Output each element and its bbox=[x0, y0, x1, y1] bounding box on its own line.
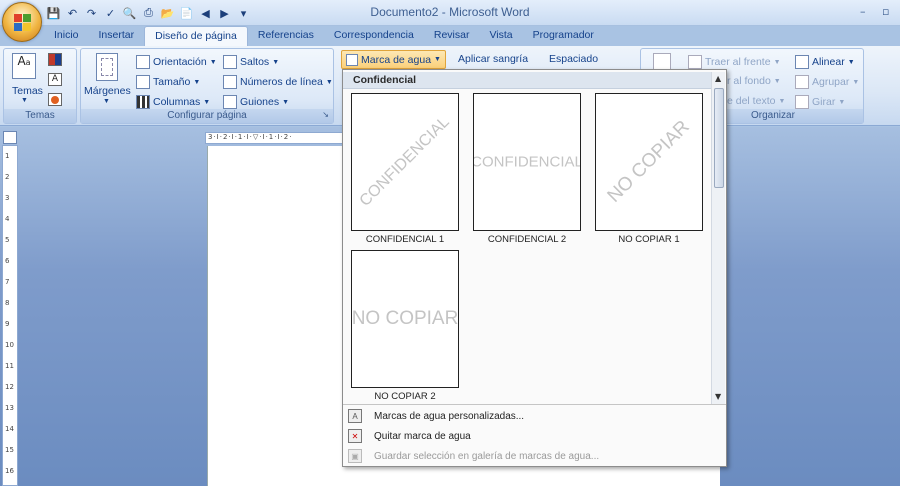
group-label-configurar-pagina: Configurar página ↘ bbox=[81, 109, 333, 123]
group-label-temas: Temas bbox=[4, 109, 76, 123]
watermark-confidencial-2[interactable]: CONFIDENCIAL CONFIDENCIAL 2 bbox=[467, 93, 587, 245]
ruler-tick-label: 8 bbox=[5, 299, 10, 307]
ruler-tick-label: 9 bbox=[5, 320, 10, 328]
breaks-button[interactable]: Saltos ▼ bbox=[223, 55, 279, 69]
tab-correspondencia[interactable]: Correspondencia bbox=[324, 26, 424, 46]
orientation-button[interactable]: Orientación ▼ bbox=[136, 55, 217, 69]
dialog-launcher-icon[interactable]: ↘ bbox=[322, 110, 329, 119]
margins-icon[interactable] bbox=[96, 53, 118, 81]
group-configurar-pagina: Márgenes ▼ Orientación ▼ Tamaño ▼ Columnas… bbox=[80, 48, 334, 124]
ruler-tick-label: 4 bbox=[5, 215, 10, 223]
tab-inicio[interactable]: Inicio bbox=[44, 26, 89, 46]
align-button[interactable]: Alinear ▼ bbox=[795, 55, 855, 69]
ruler-tick-label: 10 bbox=[5, 341, 14, 349]
margins-button[interactable]: Márgenes bbox=[84, 85, 131, 97]
tab-programador[interactable]: Programador bbox=[523, 26, 604, 46]
scroll-up-icon[interactable]: ▲ bbox=[715, 74, 721, 83]
size-icon bbox=[136, 75, 150, 89]
window-title: Documento2 - Microsoft Word bbox=[370, 5, 530, 19]
minimize-button[interactable]: – bbox=[860, 5, 866, 18]
ribbon-tabs: Inicio Insertar Diseño de página Referen… bbox=[44, 26, 604, 46]
breaks-icon bbox=[223, 55, 237, 69]
custom-watermark-menu-item[interactable]: A Marcas de agua personalizadas... bbox=[343, 406, 726, 426]
text-wrap-button[interactable]: e del texto ▼ bbox=[727, 95, 785, 107]
spacing-label: Espaciado bbox=[549, 53, 599, 65]
scroll-thumb[interactable] bbox=[714, 88, 724, 188]
ruler-tick-label: 1 bbox=[5, 152, 10, 160]
remove-watermark-menu-item[interactable]: ✕ Quitar marca de agua bbox=[343, 426, 726, 446]
watermark-button[interactable]: Marca de agua ▼ bbox=[341, 50, 446, 69]
theme-effects-icon[interactable] bbox=[48, 93, 62, 106]
ruler-tick-label: 16 bbox=[5, 467, 14, 475]
tab-revisar[interactable]: Revisar bbox=[424, 26, 480, 46]
columns-button[interactable]: Columnas ▼ bbox=[136, 95, 210, 109]
tab-selector[interactable] bbox=[3, 131, 17, 144]
bring-front-icon bbox=[688, 55, 702, 69]
ruler-tick-label: 2 bbox=[5, 173, 10, 181]
horizontal-ruler[interactable]: 3·I·2·I·1·I·▽·I·1·I·2· bbox=[205, 132, 345, 144]
hyphenation-icon bbox=[223, 95, 237, 109]
orientation-icon bbox=[136, 55, 150, 69]
indent-label: Aplicar sangría bbox=[458, 53, 529, 65]
ruler-tick-label: 13 bbox=[5, 404, 14, 412]
ruler-tick-label: 7 bbox=[5, 278, 10, 286]
theme-colors-icon[interactable] bbox=[48, 53, 62, 66]
rotate-icon bbox=[795, 95, 809, 109]
themes-icon[interactable]: Aa bbox=[12, 53, 36, 79]
save-to-gallery-menu-item[interactable]: ▣ Guardar selección en galería de marcas… bbox=[343, 446, 726, 466]
ruler-tick-label: 14 bbox=[5, 425, 14, 433]
group-objects-button[interactable]: Agrupar ▼ bbox=[795, 75, 859, 89]
margins-dropdown-caret[interactable]: ▼ bbox=[103, 98, 110, 105]
gallery-scrollbar[interactable]: ▲ ▼ bbox=[711, 72, 725, 405]
line-numbers-button[interactable]: Números de línea ▼ bbox=[223, 75, 333, 89]
ruler-tick-label: 3 bbox=[5, 194, 10, 202]
scroll-down-icon[interactable]: ▼ bbox=[715, 392, 721, 401]
watermark-gallery-dropdown: Confidencial ▲ ▼ CONFIDENCIAL CONFIDENCI… bbox=[342, 69, 727, 467]
size-button[interactable]: Tamaño ▼ bbox=[136, 75, 200, 89]
menu-separator bbox=[343, 404, 726, 405]
office-logo-icon bbox=[14, 14, 32, 32]
office-button[interactable] bbox=[2, 2, 42, 42]
align-icon bbox=[795, 55, 809, 69]
watermark-preview: CONFIDENCIAL bbox=[351, 93, 459, 231]
watermark-no-copiar-2[interactable]: NO COPIAR NO COPIAR 2 bbox=[345, 250, 465, 402]
ruler-tick-label: 11 bbox=[5, 362, 14, 370]
vertical-ruler[interactable]: 1 2 3 4 5 6 7 8 9 10 11 12 13 14 15 16 bbox=[2, 145, 18, 486]
save-to-gallery-icon: ▣ bbox=[348, 449, 362, 463]
title-bar: 💾 ↶ ↷ ✓ 🔍 ⎙ 📂 📄 ◀ ▶ ▾ Documento2 - Micro… bbox=[0, 0, 900, 26]
watermark-confidencial-1[interactable]: CONFIDENCIAL CONFIDENCIAL 1 bbox=[345, 93, 465, 245]
custom-watermark-icon: A bbox=[348, 409, 362, 423]
gallery-category-header: Confidencial bbox=[343, 72, 711, 89]
remove-watermark-icon: ✕ bbox=[348, 429, 362, 443]
tab-insertar[interactable]: Insertar bbox=[89, 26, 145, 46]
watermark-preview: NO COPIAR bbox=[595, 93, 703, 231]
bring-front-button[interactable]: Traer al frente ▼ bbox=[688, 55, 781, 69]
ruler-tick-label: 15 bbox=[5, 446, 14, 454]
themes-button[interactable]: Temas bbox=[12, 85, 43, 97]
group-temas: Aa Temas ▼ A Temas bbox=[3, 48, 77, 124]
restore-button[interactable]: ▫ bbox=[882, 5, 889, 18]
watermark-icon bbox=[346, 53, 358, 66]
group-objects-icon bbox=[795, 75, 809, 89]
rotate-button[interactable]: Girar ▼ bbox=[795, 95, 845, 109]
themes-dropdown-caret[interactable]: ▼ bbox=[21, 97, 28, 104]
send-back-button[interactable]: r al fondo ▼ bbox=[727, 75, 781, 87]
tab-diseno-pagina[interactable]: Diseño de página bbox=[144, 26, 248, 46]
watermark-preview: CONFIDENCIAL bbox=[473, 93, 581, 231]
ruler-tick-label: 5 bbox=[5, 236, 10, 244]
theme-fonts-icon[interactable]: A bbox=[48, 73, 62, 86]
watermark-no-copiar-1[interactable]: NO COPIAR NO COPIAR 1 bbox=[589, 93, 709, 245]
watermark-preview: NO COPIAR bbox=[351, 250, 459, 388]
columns-icon bbox=[136, 95, 150, 109]
line-numbers-icon bbox=[223, 75, 237, 89]
ruler-tick-label: 6 bbox=[5, 257, 10, 265]
hyphenation-button[interactable]: Guiones ▼ bbox=[223, 95, 289, 109]
ruler-tick-label: 12 bbox=[5, 383, 14, 391]
tab-vista[interactable]: Vista bbox=[479, 26, 522, 46]
tab-referencias[interactable]: Referencias bbox=[248, 26, 324, 46]
